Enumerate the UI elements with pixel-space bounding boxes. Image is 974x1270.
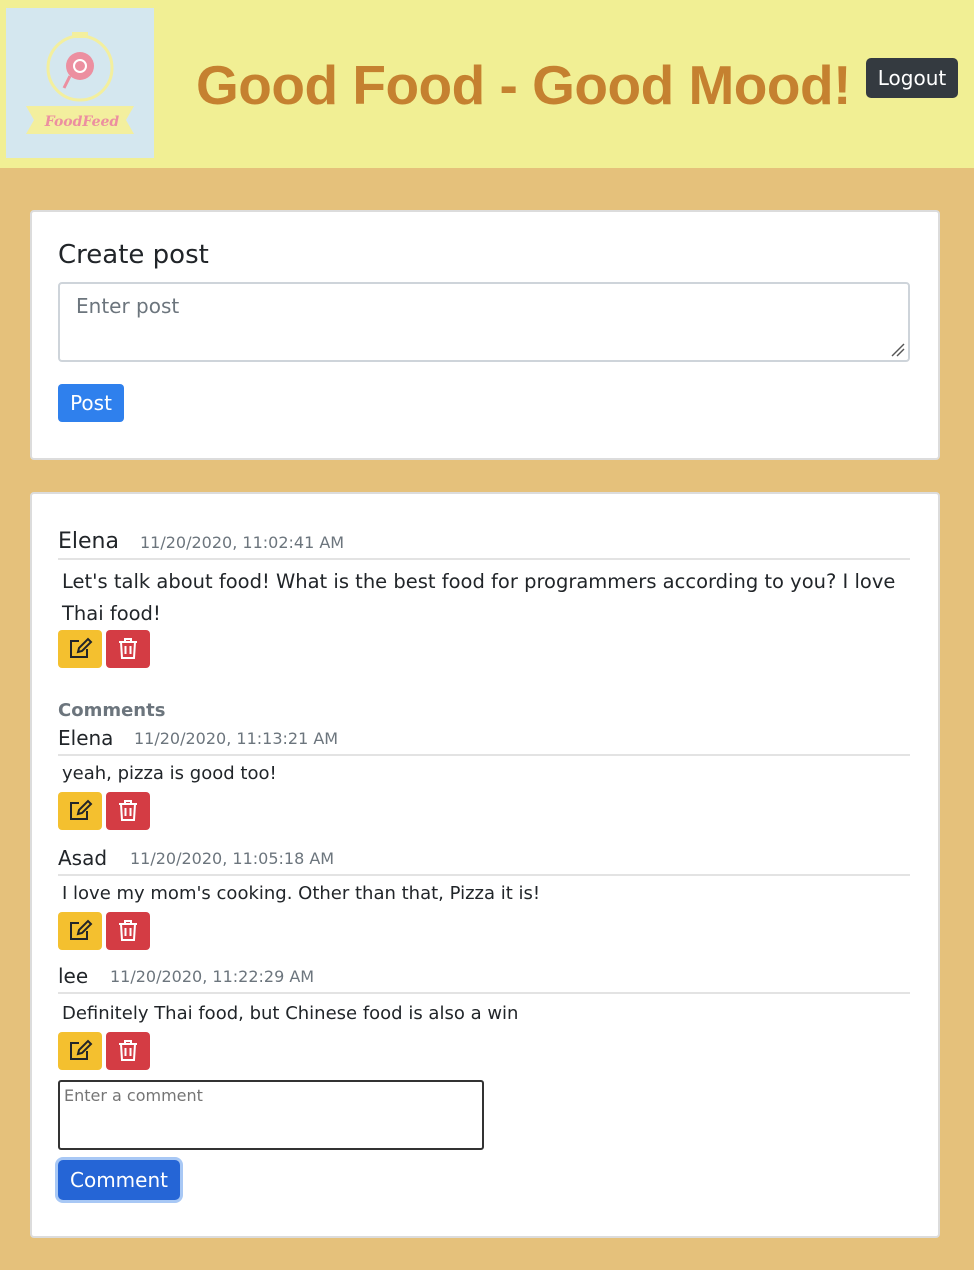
post-button[interactable]: Post <box>58 384 124 422</box>
comment-button[interactable]: Comment <box>58 1160 180 1200</box>
trash-icon <box>119 920 137 941</box>
edit-icon <box>70 1039 93 1060</box>
comment-edit-button[interactable] <box>58 912 102 950</box>
comment-input-placeholder: Enter a comment <box>64 1086 203 1105</box>
comment-author: lee <box>58 964 89 988</box>
foodfeed-logo: FoodFeed <box>6 8 154 158</box>
post-edit-button[interactable] <box>58 630 102 668</box>
comment-author: Asad <box>58 846 108 870</box>
comment-header: lee 11/20/2020, 11:22:29 AM <box>58 962 910 994</box>
post-input-placeholder: Enter post <box>76 294 180 318</box>
comments-label: Comments <box>58 700 166 721</box>
post-card: Elena 11/20/2020, 11:02:41 AM Let's talk… <box>30 492 940 1238</box>
trash-icon <box>119 1040 137 1061</box>
header: FoodFeed Good Food - Good Mood! Logout <box>0 0 974 168</box>
comment-timestamp: 11/20/2020, 11:13:21 AM <box>134 729 339 748</box>
comment-input[interactable]: Enter a comment <box>58 1080 484 1150</box>
site-title: Good Food - Good Mood! <box>196 54 851 116</box>
comment-body: yeah, pizza is good too! <box>62 763 277 784</box>
comment-edit-button[interactable] <box>58 1032 102 1070</box>
post-author: Elena <box>58 529 119 554</box>
post-body: Let's talk about food! What is the best … <box>62 570 896 625</box>
create-post-title: Create post <box>58 240 209 270</box>
comment-timestamp: 11/20/2020, 11:05:18 AM <box>130 849 335 868</box>
comment-author: Elena <box>58 726 114 750</box>
comment-delete-button[interactable] <box>106 1032 150 1070</box>
comment-header: Asad 11/20/2020, 11:05:18 AM <box>58 844 910 876</box>
resize-handle-icon[interactable] <box>890 342 906 358</box>
comment-timestamp: 11/20/2020, 11:22:29 AM <box>110 967 315 986</box>
comment-body: Definitely Thai food, but Chinese food i… <box>62 1003 519 1024</box>
post-header: Elena 11/20/2020, 11:02:41 AM <box>58 524 910 560</box>
post-input[interactable]: Enter post <box>58 282 910 362</box>
logout-button[interactable]: Logout <box>866 58 958 98</box>
comment-delete-button[interactable] <box>106 912 150 950</box>
comment-body: I love my mom's cooking. Other than that… <box>62 883 541 904</box>
logo-text: FoodFeed <box>44 114 120 130</box>
post-timestamp: 11/20/2020, 11:02:41 AM <box>140 533 345 552</box>
comment-delete-button[interactable] <box>106 792 150 830</box>
comment-edit-button[interactable] <box>58 792 102 830</box>
trash-icon <box>119 800 137 821</box>
trash-icon <box>119 638 137 659</box>
edit-icon <box>70 919 93 940</box>
edit-icon <box>70 637 93 658</box>
post-delete-button[interactable] <box>106 630 150 668</box>
create-post-card: Create post Enter post Post <box>30 210 940 460</box>
comment-header: Elena 11/20/2020, 11:13:21 AM <box>58 724 910 756</box>
edit-icon <box>70 799 93 820</box>
